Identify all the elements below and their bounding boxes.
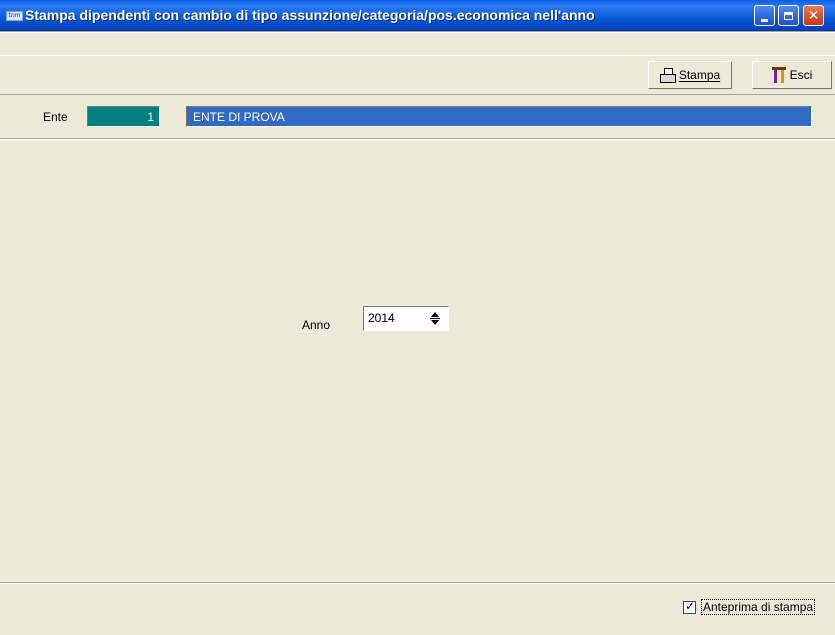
ente-label: Ente <box>43 110 68 124</box>
maximize-button[interactable] <box>778 5 799 26</box>
esci-button[interactable]: Esci <box>752 61 832 89</box>
window-title: Stampa dipendenti con cambio di tipo ass… <box>25 7 595 23</box>
exit-icon <box>771 67 786 83</box>
app-icon[interactable]: tnm <box>6 11 23 21</box>
divider <box>0 31 835 33</box>
anteprima-label[interactable]: Anteprima di stampa <box>701 599 816 615</box>
window: tnm Stampa dipendenti con cambio di tipo… <box>0 0 835 635</box>
ente-code-field[interactable]: 1 <box>87 106 160 127</box>
close-button[interactable]: ✕ <box>803 5 824 26</box>
spinner-arrows-icon[interactable] <box>428 310 442 327</box>
stampa-label: Stampa <box>678 68 721 82</box>
anteprima-checkbox-row[interactable]: ✓ Anteprima di stampa <box>683 598 816 615</box>
anteprima-checkbox[interactable]: ✓ <box>683 598 696 614</box>
spin-up-icon[interactable] <box>431 312 439 317</box>
anno-value[interactable]: 2014 <box>368 311 395 325</box>
spin-down-icon[interactable] <box>431 320 439 325</box>
ente-name-field: ENTE DI PROVA <box>186 106 812 127</box>
printer-icon <box>659 67 676 83</box>
anno-spinner[interactable]: 2014 <box>363 306 449 331</box>
stampa-button[interactable]: Stampa <box>648 61 732 89</box>
minimize-icon <box>761 18 768 22</box>
checkmark-icon: ✓ <box>685 598 696 613</box>
divider <box>0 583 835 584</box>
divider <box>0 139 835 140</box>
maximize-icon <box>784 11 793 20</box>
title-bar[interactable]: tnm Stampa dipendenti con cambio di tipo… <box>0 0 835 31</box>
anno-label: Anno <box>302 318 331 332</box>
esci-label: Esci <box>789 68 813 82</box>
close-icon: ✕ <box>807 7 820 24</box>
minimize-button[interactable] <box>754 5 775 26</box>
